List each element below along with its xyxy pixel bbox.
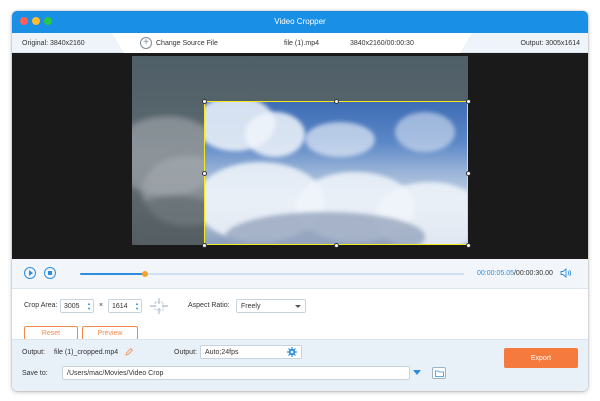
- crop-handle-top-left[interactable]: [202, 99, 207, 104]
- output-filename: file (1)_cropped.mp4: [54, 349, 119, 356]
- plus-circle-icon: +: [140, 37, 152, 49]
- save-path-dropdown[interactable]: [408, 366, 426, 380]
- output-label: Output:: [22, 349, 45, 356]
- timeline-progress: [80, 273, 146, 275]
- output-resolution: Output: 3005x1614: [520, 40, 580, 47]
- crop-handle-bottom-right[interactable]: [466, 243, 471, 248]
- crop-handle-left[interactable]: [202, 171, 207, 176]
- play-button[interactable]: [24, 267, 36, 279]
- crop-handle-top[interactable]: [334, 99, 339, 104]
- gear-icon[interactable]: [287, 347, 297, 357]
- timeline-slider[interactable]: [80, 271, 464, 277]
- change-source-button[interactable]: + Change Source File: [140, 37, 218, 49]
- crosshair-icon[interactable]: [150, 298, 168, 314]
- play-icon: [28, 270, 33, 276]
- original-resolution: Original: 3840x2160: [22, 40, 85, 47]
- crop-height-value: 1614: [112, 302, 128, 310]
- aspect-ratio-label: Aspect Ratio:: [188, 302, 230, 309]
- reset-button[interactable]: Reset: [24, 326, 78, 340]
- crop-height-input[interactable]: 1614 ▲ ▼: [108, 299, 142, 313]
- crop-handle-right[interactable]: [466, 171, 471, 176]
- video-preview: [12, 53, 588, 259]
- crop-width-value: 3005: [64, 302, 80, 310]
- save-to-label: Save to:: [22, 370, 48, 377]
- open-folder-button[interactable]: [432, 367, 446, 379]
- change-source-label: Change Source File: [156, 39, 218, 47]
- chevron-down-icon: [413, 370, 421, 375]
- playback-controls: 00:00:05.05/00:00:30.00: [12, 259, 588, 289]
- output-format-value: Auto;24fps: [205, 348, 239, 356]
- folder-icon: [434, 370, 444, 377]
- crop-width-input[interactable]: 3005 ▲ ▼: [60, 299, 94, 313]
- chevron-down-icon: [295, 305, 301, 308]
- export-panel: Output: file (1)_cropped.mp4 Output: Aut…: [12, 339, 588, 391]
- file-meta: 3840x2160/00:00:30: [350, 40, 414, 47]
- crop-x-separator: ×: [99, 302, 104, 309]
- window-title: Video Cropper: [274, 17, 326, 26]
- timeline-knob[interactable]: [142, 271, 149, 277]
- crop-region[interactable]: [204, 101, 468, 245]
- save-path-value: /Users/mac/Movies/Video Crop: [67, 369, 164, 377]
- output-format-label: Output:: [174, 349, 197, 356]
- crop-height-stepper[interactable]: ▲ ▼: [133, 300, 141, 312]
- export-button[interactable]: Export: [504, 348, 578, 368]
- info-bar: Original: 3840x2160 + Change Source File…: [12, 33, 588, 53]
- current-time: 00:00:05.05: [477, 270, 514, 277]
- preview-button[interactable]: Preview: [82, 326, 138, 340]
- aspect-ratio-select[interactable]: Freely: [236, 299, 306, 313]
- app-window: Video Cropper Original: 3840x2160 + Chan…: [12, 11, 588, 391]
- crop-handle-bottom[interactable]: [334, 243, 339, 248]
- save-path-field[interactable]: /Users/mac/Movies/Video Crop: [62, 366, 410, 380]
- crop-handle-bottom-left[interactable]: [202, 243, 207, 248]
- total-time: /00:00:30.00: [513, 270, 553, 277]
- crop-handle-top-right[interactable]: [466, 99, 471, 104]
- timecode: 00:00:05.05/00:00:30.00: [477, 270, 553, 277]
- file-name: file (1).mp4: [284, 40, 320, 47]
- volume-icon[interactable]: [560, 268, 572, 278]
- title-bar: Video Cropper: [12, 11, 588, 33]
- edit-icon[interactable]: [125, 348, 133, 356]
- aspect-ratio-value: Freely: [241, 302, 261, 310]
- stop-button[interactable]: [44, 267, 56, 279]
- crop-area-label: Crop Area:: [24, 302, 58, 309]
- crop-width-stepper[interactable]: ▲ ▼: [85, 300, 93, 312]
- stop-icon: [48, 271, 52, 275]
